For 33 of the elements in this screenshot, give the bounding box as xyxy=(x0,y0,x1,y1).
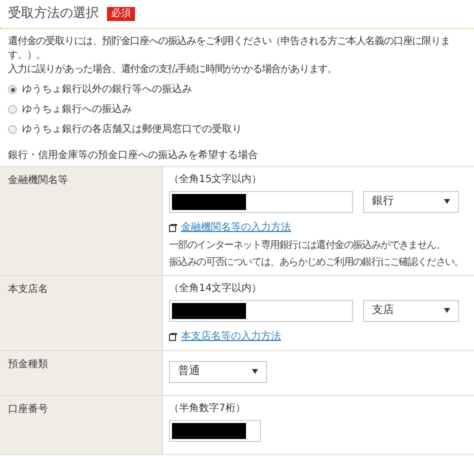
help-link[interactable]: 金融機関名等の入力方法 xyxy=(169,216,470,234)
note-text: 振込みの可否については、あらかじめご利用の銀行にご確認ください。 xyxy=(169,256,464,268)
dropdown[interactable]: 普通 xyxy=(169,360,267,382)
radio-option[interactable]: ゆうちょ銀行への振込み xyxy=(8,102,466,116)
hint-text: （全角15文字以内） xyxy=(169,172,263,186)
window-icon xyxy=(169,224,177,232)
input-field[interactable] xyxy=(169,420,261,442)
help-link[interactable]: 本支店名等の入力方法 xyxy=(169,326,470,344)
description-text: 入力に誤りがあった場合、還付金の支払手続に時間がかかる場合があります。 xyxy=(8,62,338,76)
radio-button[interactable] xyxy=(8,125,17,134)
dropdown[interactable]: 支店 xyxy=(363,300,459,322)
description-text: 還付金の受取りには、預貯金口座への振込みをご利用ください（申告される方ご本人名義の口座に限ります。）。 xyxy=(8,34,451,62)
caret-icon xyxy=(252,369,258,374)
section-title: 受取方法の選択 xyxy=(8,5,99,23)
row-label-cell: 口座番号 xyxy=(0,396,162,454)
hint-text: （全角14文字以内） xyxy=(169,282,263,296)
input-field[interactable] xyxy=(169,300,353,322)
window-icon xyxy=(169,332,177,340)
radio-button[interactable] xyxy=(8,85,17,94)
radio-option[interactable]: ゆうちょ銀行以外の銀行等への振込み xyxy=(8,82,466,96)
hint-text: （半角数字7桁） xyxy=(169,402,246,416)
row-label-cell: 預金種類 xyxy=(0,350,162,394)
caret-icon xyxy=(444,308,450,313)
subsection-title: 銀行・信用金庫等の預金口座への振込みを希望する場合 xyxy=(7,148,259,162)
radio-button[interactable] xyxy=(8,105,17,114)
note-text: 一部のインターネット専用銀行には還付金の振込みができません。 xyxy=(169,238,446,252)
row-label-cell: 本支店名 xyxy=(0,276,162,350)
caret-icon xyxy=(444,199,450,204)
row-label-cell: 金融機関名等 xyxy=(0,166,162,274)
required-badge: 必須 xyxy=(107,6,135,21)
input-field[interactable] xyxy=(169,190,353,212)
radio-option[interactable]: ゆうちょ銀行の各店舗又は郵便局窓口での受取り xyxy=(8,122,466,136)
dropdown[interactable]: 銀行 xyxy=(363,190,459,212)
